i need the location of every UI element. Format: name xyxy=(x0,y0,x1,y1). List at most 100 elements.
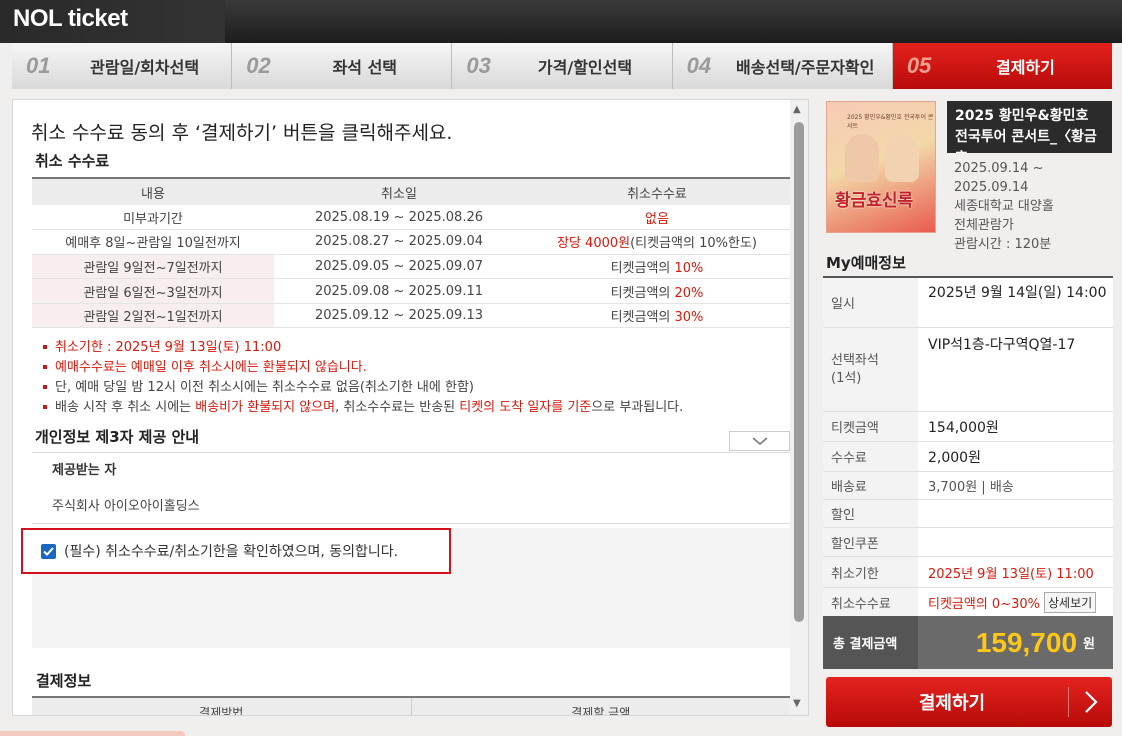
step-1-number: 01 xyxy=(26,53,51,78)
booking-row-coupon: 할인쿠폰 xyxy=(823,528,1113,557)
scroll-up-icon[interactable]: ▲ xyxy=(793,104,801,115)
show-title: 2025 황민우&황민호 전국투어 콘서트_〈황금효 xyxy=(947,101,1112,153)
note-delivery-part: 배송 시작 후 취소 시에는 xyxy=(55,400,196,415)
fee-notes: 취소기한 : 2025년 9월 13일(토) 11:00 예매수수료는 예매일 … xyxy=(43,338,683,418)
fee-cell-content: 관람일 2일전~1일전까지 xyxy=(32,303,274,329)
fee-value: 장당 4000원 xyxy=(557,236,631,252)
table-row: 관람일 9일전~7일전까지 2025.09.05 ~ 2025.09.07 티켓… xyxy=(32,254,790,280)
show-info: 2025.09.14 ~ 2025.09.14 세종대학교 대양홀 전체관람가 … xyxy=(954,159,1054,254)
note-delivery: 배송 시작 후 취소 시에는 배송비가 환불되지 않으며, 취소수수료는 반송된… xyxy=(43,398,683,418)
fee-section-title: 취소 수수료 xyxy=(35,152,110,170)
fee-cell-date: 2025.09.05 ~ 2025.09.07 xyxy=(274,254,524,280)
booking-label: 티켓금액 xyxy=(823,412,918,441)
booking-row-deadline: 취소기한 2025년 9월 13일(토) 11:00 xyxy=(823,557,1113,588)
my-booking-table: 일시 2025년 9월 14일(일) 14:00 선택좌석 (1석) VIP석1… xyxy=(823,276,1113,617)
show-venue: 세종대학교 대양홀 xyxy=(954,199,1054,214)
check-icon xyxy=(43,546,54,556)
fee-cell-content: 관람일 9일전~7일전까지 xyxy=(32,254,274,280)
step-3-number: 03 xyxy=(466,53,491,78)
fee-prefix: 티켓금액의 xyxy=(610,310,675,326)
main-header: 취소 수수료 동의 후 ‘결제하기’ 버튼을 클릭해주세요. xyxy=(13,100,808,152)
booking-label: 수수료 xyxy=(823,442,918,471)
step-2[interactable]: 02 좌석 선택 xyxy=(232,43,453,89)
fee-value: 20% xyxy=(674,285,704,301)
agree-checkbox-row[interactable]: (필수) 취소수수료/취소기한을 확인하였으며, 동의합니다. xyxy=(21,528,451,574)
step-2-label: 좌석 선택 xyxy=(332,58,398,77)
agree-label: (필수) 취소수수료/취소기한을 확인하였으며, 동의합니다. xyxy=(64,544,399,560)
step-5-active[interactable]: 05 결제하기 xyxy=(892,43,1113,89)
step-3[interactable]: 03 가격/할인선택 xyxy=(452,43,673,89)
note-booking-fee: 예매수수료는 예매일 이후 취소시에는 환불되지 않습니다. xyxy=(43,358,683,378)
poster-caption: 2025 황민우&황민호 전국투어 콘서트 xyxy=(847,114,934,130)
booking-row-delivery: 배송료 3,700원 | 배송 xyxy=(823,472,1113,500)
note-delivery-highlight: 배송비가 환불되지 않으며 xyxy=(195,400,336,415)
top-bar: NOL ticket xyxy=(0,0,1122,43)
agree-checkbox[interactable] xyxy=(41,543,56,559)
booking-label: 할인쿠폰 xyxy=(823,528,918,556)
step-4-label: 배송선택/주문자확인 xyxy=(736,58,875,77)
pay-button-label: 결제하기 xyxy=(918,693,986,714)
detail-button[interactable]: 상세보기 xyxy=(1044,591,1097,613)
total-unit: 원 xyxy=(1083,637,1095,652)
site-logo[interactable]: NOL ticket xyxy=(13,5,128,33)
provider-label: 제공받는 자 xyxy=(52,463,117,478)
payment-section-title: 결제정보 xyxy=(36,672,92,690)
cancel-fee-value: 티켓금액의 0~30% xyxy=(928,596,1040,612)
fee-prefix: 티켓금액의 xyxy=(610,285,675,301)
fee-cell-fee: 티켓금액의 20% xyxy=(524,278,790,304)
step-2-number: 02 xyxy=(246,53,271,78)
booking-label: 배송료 xyxy=(823,472,918,499)
chevron-down-icon xyxy=(751,436,768,445)
show-dates: 2025.09.14 ~ xyxy=(954,161,1044,176)
note-same-day: 단, 예매 당일 밤 12시 이전 취소시에는 취소수수료 없음(취소기한 내에… xyxy=(43,378,683,398)
fee-value: 30% xyxy=(674,310,704,326)
cancel-fee-table: 내용 취소일 취소수수료 미부과기간 2025.08.19 ~ 2025.08.… xyxy=(32,177,790,329)
poster-figure-right xyxy=(885,134,919,182)
total-label: 총 결제금액 xyxy=(823,616,918,669)
table-row: 관람일 6일전~3일전까지 2025.09.08 ~ 2025.09.11 티켓… xyxy=(32,278,790,304)
booking-row-discount: 할인 xyxy=(823,500,1113,528)
note-delivery-highlight: 티켓의 도착 일자를 기준 xyxy=(459,400,592,415)
fee-cell-date: 2025.09.08 ~ 2025.09.11 xyxy=(274,278,524,304)
fee-cell-fee: 티켓금액의 30% xyxy=(524,303,790,329)
step-1[interactable]: 01 관람일/회차선택 xyxy=(12,43,233,89)
booking-row-datetime: 일시 2025년 9월 14일(일) 14:00 xyxy=(823,278,1113,328)
scroll-down-icon[interactable]: ▼ xyxy=(793,698,801,709)
main-scrollbar[interactable]: ▲ ▼ xyxy=(790,100,808,715)
scroll-thumb[interactable] xyxy=(794,122,804,622)
booking-row-cancel-fee: 취소수수료 티켓금액의 0~30% 상세보기 xyxy=(823,588,1113,617)
booking-seat: VIP석1층-다구역Q열-17 xyxy=(918,328,1113,411)
total-amount-row: 총 결제금액 159,700 원 xyxy=(823,616,1113,669)
booking-label: 일시 xyxy=(823,278,918,327)
booking-cancel-fee: 티켓금액의 0~30% 상세보기 xyxy=(918,588,1113,616)
booking-row-seat: 선택좌석 (1석) VIP석1층-다구역Q열-17 xyxy=(823,328,1113,412)
table-row: 예매후 8일~관람일 10일전까지 2025.08.27 ~ 2025.09.0… xyxy=(32,229,790,255)
privacy-provider-box: 제공받는 자 주식회사 아이오아이홀딩스 xyxy=(32,452,790,524)
my-booking-title: My예매정보 xyxy=(826,254,906,272)
page-title: 취소 수수료 동의 후 ‘결제하기’ 버튼을 클릭해주세요. xyxy=(31,122,453,144)
fee-cell-content: 미부과기간 xyxy=(32,205,274,231)
booking-deadline: 2025년 9월 13일(토) 11:00 xyxy=(918,557,1113,587)
pay-button[interactable]: 결제하기 xyxy=(826,677,1112,727)
fee-cell-fee: 티켓금액의 10% xyxy=(524,254,790,280)
table-row: 미부과기간 2025.08.19 ~ 2025.08.26 없음 xyxy=(32,205,790,231)
step-4[interactable]: 04 배송선택/주문자확인 xyxy=(672,43,893,89)
privacy-toggle-button[interactable] xyxy=(729,431,790,451)
total-value: 159,700 원 xyxy=(918,616,1113,669)
note-deadline: 취소기한 : 2025년 9월 13일(토) 11:00 xyxy=(43,338,683,358)
chevron-right-icon xyxy=(1068,687,1112,717)
step-5-label: 결제하기 xyxy=(995,58,1055,77)
step-3-label: 가격/할인선택 xyxy=(537,58,633,77)
fee-header-date: 취소일 xyxy=(274,177,524,205)
booking-label: 취소기한 xyxy=(823,557,918,587)
booking-fee: 2,000원 xyxy=(918,442,1113,471)
fee-cell-fee: 장당 4000원(티켓금액의 10%한도) xyxy=(524,229,790,255)
poster-title: 황금효신록 xyxy=(835,191,914,211)
fee-cell-date: 2025.09.12 ~ 2025.09.13 xyxy=(274,303,524,329)
booking-coupon xyxy=(918,528,1113,556)
note-delivery-part: 으로 부과됩니다. xyxy=(591,400,684,415)
step-tabs: 01 관람일/회차선택 02 좌석 선택 03 가격/할인선택 04 배송선택/주문자확… xyxy=(12,43,1113,89)
payment-header-method: 결제방법 xyxy=(199,706,244,716)
booking-ticket-price: 154,000원 xyxy=(918,412,1113,441)
step-4-number: 04 xyxy=(686,53,712,78)
